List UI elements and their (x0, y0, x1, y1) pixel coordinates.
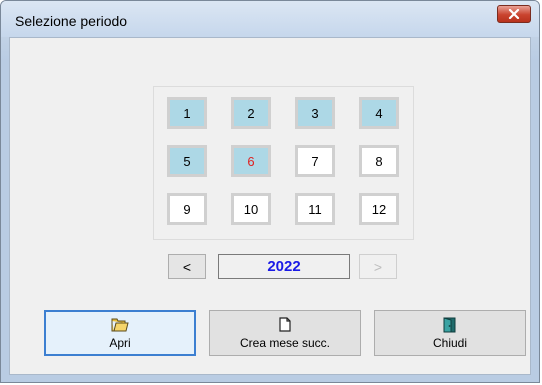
close-window-button[interactable] (497, 5, 531, 23)
month-label: 11 (308, 201, 322, 217)
month-cell-7[interactable]: 7 (295, 145, 335, 177)
dialog-window: Selezione periodo 1 2 3 4 5 6 7 8 9 10 1… (0, 0, 540, 383)
month-label: 2 (247, 105, 255, 121)
month-cell-8[interactable]: 8 (359, 145, 399, 177)
month-cell-6[interactable]: 6 (231, 145, 271, 177)
month-grid: 1 2 3 4 5 6 7 8 9 10 11 12 (153, 86, 414, 240)
create-next-month-button[interactable]: Crea mese succ. (209, 310, 361, 356)
close-icon (508, 9, 520, 19)
month-cell-1[interactable]: 1 (167, 97, 207, 129)
year-display: 2022 (218, 254, 350, 279)
open-button-label: Apri (109, 335, 131, 350)
month-cell-9[interactable]: 9 (167, 193, 207, 225)
exit-door-icon (443, 316, 457, 333)
month-cell-2[interactable]: 2 (231, 97, 271, 129)
open-button[interactable]: Apri (44, 310, 196, 356)
next-year-button[interactable]: > (359, 254, 397, 279)
month-label: 9 (183, 201, 191, 217)
create-next-month-label: Crea mese succ. (239, 335, 331, 350)
month-cell-11[interactable]: 11 (295, 193, 335, 225)
month-label: 5 (183, 153, 191, 169)
close-button-label: Chiudi (432, 335, 468, 350)
month-label: 8 (375, 153, 383, 169)
new-document-icon (279, 317, 291, 333)
month-label: 12 (371, 201, 387, 217)
month-label: 1 (183, 105, 191, 121)
prev-year-button[interactable]: < (168, 254, 206, 279)
month-label: 10 (243, 201, 259, 217)
month-cell-12[interactable]: 12 (359, 193, 399, 225)
month-label: 4 (375, 105, 383, 121)
prev-year-label: < (182, 258, 192, 275)
month-label: 6 (247, 153, 255, 169)
month-cell-4[interactable]: 4 (359, 97, 399, 129)
year-value: 2022 (267, 258, 301, 275)
next-year-label: > (373, 258, 383, 275)
dialog-body: 1 2 3 4 5 6 7 8 9 10 11 12 < 2022 > Apri… (9, 37, 531, 375)
window-title: Selezione periodo (15, 13, 128, 29)
folder-icon (111, 317, 129, 333)
month-label: 7 (311, 153, 319, 169)
month-cell-10[interactable]: 10 (231, 193, 271, 225)
close-button[interactable]: Chiudi (374, 310, 526, 356)
title-bar[interactable]: Selezione periodo (1, 1, 539, 37)
month-label: 3 (311, 105, 319, 121)
month-cell-5[interactable]: 5 (167, 145, 207, 177)
month-cell-3[interactable]: 3 (295, 97, 335, 129)
